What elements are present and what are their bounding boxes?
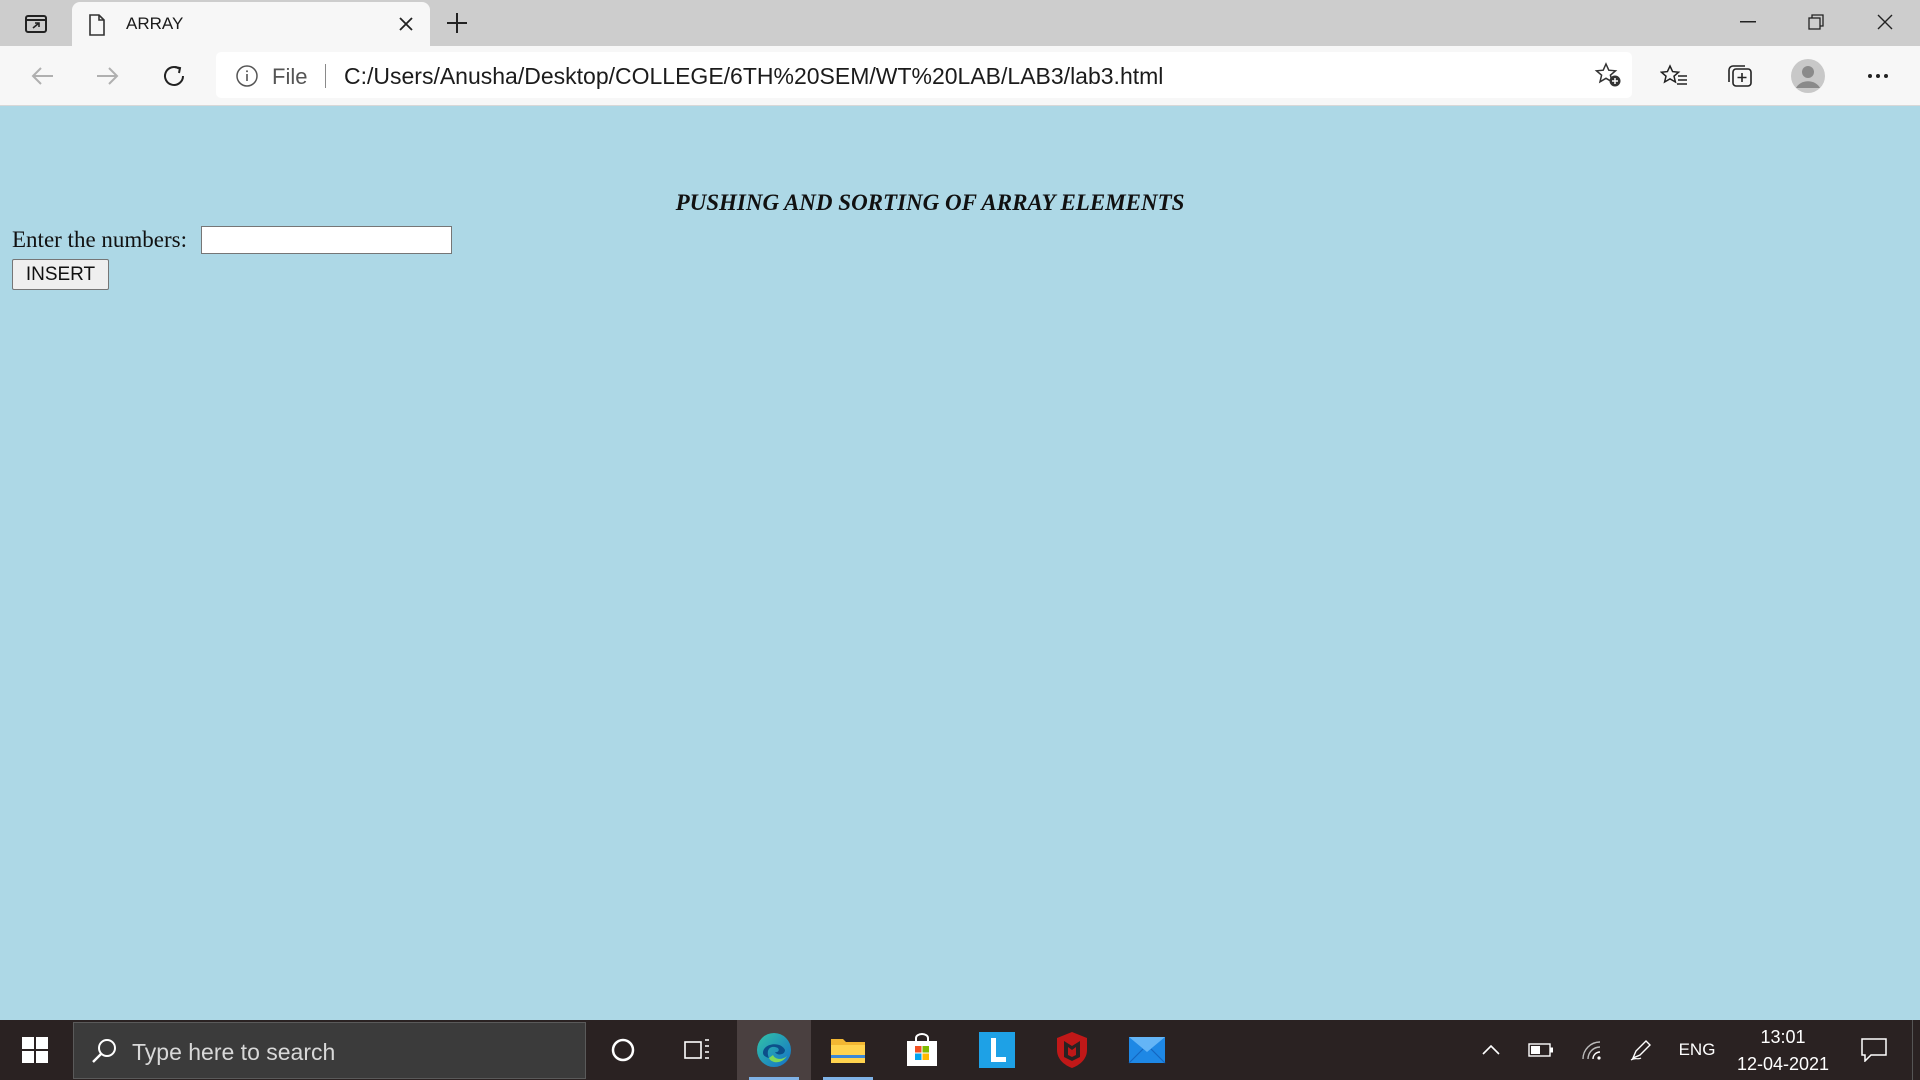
restore-icon [1808, 14, 1824, 30]
pen-icon [1630, 1040, 1651, 1061]
action-center-button[interactable] [1846, 1020, 1902, 1080]
settings-more-button[interactable] [1856, 54, 1900, 98]
close-window-button[interactable] [1851, 0, 1919, 44]
browser-tab[interactable]: ARRAY [72, 2, 430, 46]
minimize-icon [1740, 21, 1756, 23]
avatar-icon [1791, 59, 1825, 93]
l-app-button[interactable] [960, 1020, 1034, 1080]
task-view-button[interactable] [660, 1020, 734, 1080]
collections-icon [1728, 65, 1752, 87]
address-url[interactable]: C:/Users/Anusha/Desktop/COLLEGE/6TH%20SE… [344, 63, 1163, 90]
pen-workspace-button[interactable] [1624, 1020, 1658, 1080]
page-icon [89, 14, 105, 36]
insert-button[interactable]: INSERT [12, 259, 109, 290]
browser-toolbar: File C:/Users/Anusha/Desktop/COLLEGE/6TH… [0, 46, 1920, 106]
collections-button[interactable] [1718, 54, 1762, 98]
file-explorer-button[interactable] [811, 1020, 885, 1080]
favorites-button[interactable] [1652, 54, 1696, 98]
l-app-icon [979, 1032, 1015, 1068]
taskbar-search-box[interactable]: Type here to search [73, 1022, 586, 1079]
info-icon [236, 65, 258, 87]
network-indicator[interactable] [1574, 1020, 1608, 1080]
cortana-button[interactable] [586, 1020, 660, 1080]
more-dots-icon [1868, 74, 1888, 78]
back-button[interactable] [20, 54, 64, 98]
restore-button[interactable] [1782, 0, 1850, 44]
show-desktop-button[interactable] [1912, 1020, 1920, 1080]
numbers-input-label: Enter the numbers: [12, 227, 188, 252]
tab-title: ARRAY [126, 14, 184, 33]
forward-button[interactable] [86, 54, 130, 98]
mail-button[interactable] [1110, 1020, 1184, 1080]
clock-date: 12-04-2021 [1736, 1054, 1830, 1074]
start-button[interactable] [0, 1020, 70, 1080]
numbers-input[interactable] [201, 226, 452, 254]
clock-time: 13:01 [1760, 1027, 1806, 1047]
mail-icon [1128, 1037, 1166, 1064]
add-favorite-icon [1594, 62, 1621, 87]
edge-icon [757, 1033, 791, 1067]
forward-arrow-icon [97, 67, 119, 85]
new-tab-button[interactable] [440, 8, 474, 38]
search-placeholder: Type here to search [132, 1039, 336, 1065]
show-hidden-icons-button[interactable] [1476, 1020, 1506, 1080]
address-separator [325, 64, 326, 88]
refresh-button[interactable] [152, 54, 196, 98]
address-bar[interactable]: File C:/Users/Anusha/Desktop/COLLEGE/6TH… [216, 52, 1632, 98]
clock[interactable]: 13:01 12-04-2021 [1718, 1024, 1848, 1078]
mcafee-button[interactable] [1035, 1020, 1109, 1080]
microsoft-store-button[interactable] [885, 1020, 959, 1080]
notification-icon [1861, 1038, 1887, 1062]
minimize-button[interactable] [1714, 0, 1782, 44]
battery-icon [1528, 1043, 1553, 1057]
close-icon [399, 17, 413, 31]
page-heading: PUSHING AND SORTING OF ARRAY ELEMENTS [675, 190, 1185, 215]
edge-taskbar-button[interactable] [737, 1020, 811, 1080]
profile-button[interactable] [1786, 54, 1830, 98]
refresh-icon [164, 66, 184, 86]
back-arrow-icon [31, 67, 53, 85]
wifi-icon [1582, 1041, 1601, 1060]
microsoft-store-icon [907, 1033, 937, 1066]
scheme-label: File [272, 64, 308, 89]
search-icon [92, 1039, 116, 1063]
tab-actions-button[interactable] [14, 8, 58, 38]
mcafee-icon [1057, 1032, 1087, 1068]
battery-indicator[interactable] [1524, 1020, 1558, 1080]
chevron-up-icon [1482, 1045, 1500, 1055]
close-window-icon [1877, 14, 1893, 30]
taskbar: Type here to search ENG 13:01 12-04-2021 [0, 1020, 1920, 1080]
add-favorite-button[interactable] [1594, 62, 1622, 93]
favorites-icon [1660, 64, 1687, 85]
cortana-icon [611, 1038, 635, 1062]
close-tab-button[interactable] [394, 12, 418, 36]
tab-actions-icon [25, 15, 47, 33]
file-explorer-icon [831, 1039, 865, 1063]
language-indicator[interactable]: ENG [1672, 1020, 1722, 1080]
tab-bar: ARRAY [0, 0, 1920, 46]
task-view-icon [684, 1039, 709, 1059]
windows-logo-icon [22, 1037, 48, 1063]
plus-icon [447, 13, 467, 33]
